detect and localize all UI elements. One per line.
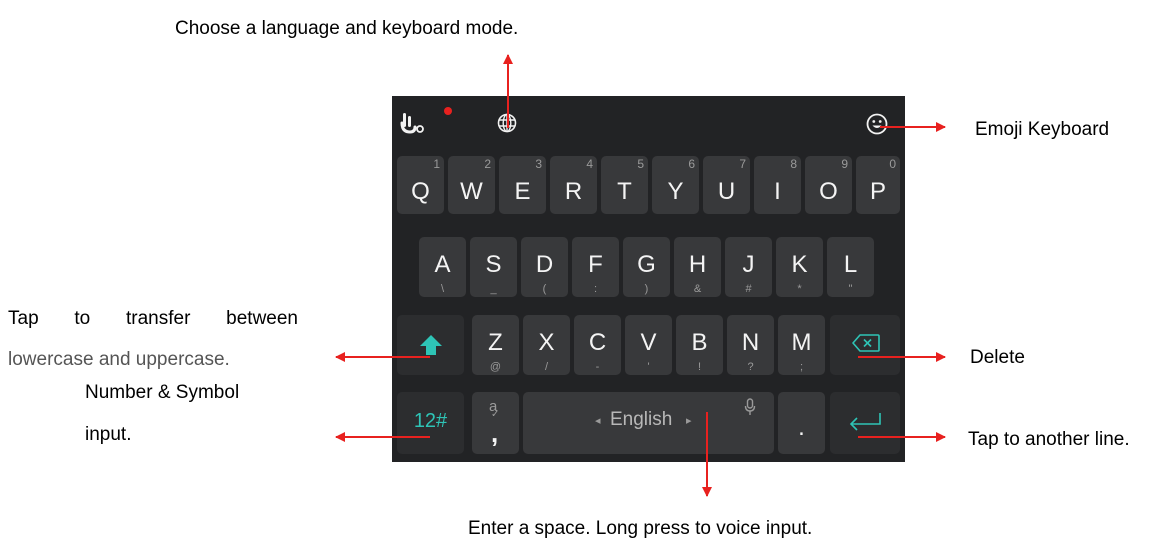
annotation-arrows	[335, 54, 946, 497]
